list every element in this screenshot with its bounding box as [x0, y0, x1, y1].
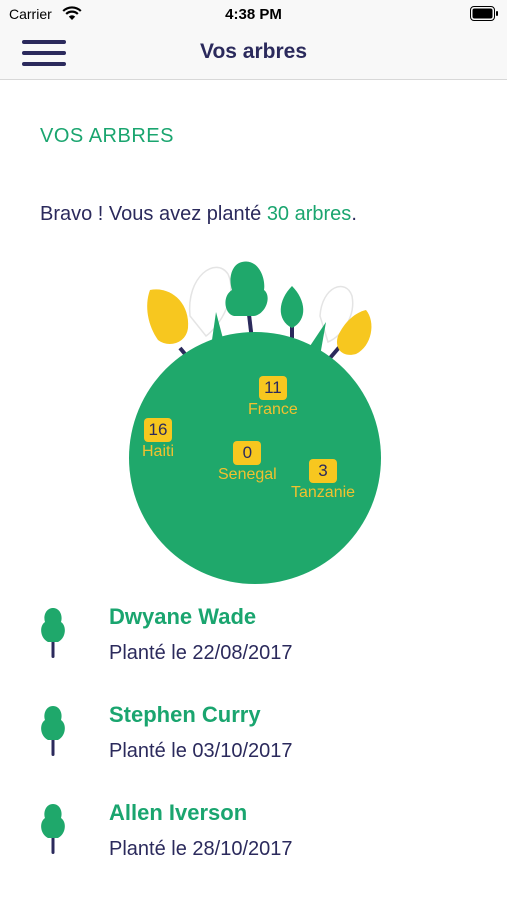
tree-count-badge: 16	[144, 418, 172, 442]
navigation-bar: Vos arbres	[0, 28, 507, 80]
planting-date: Planté le 28/10/2017	[109, 838, 293, 860]
status-time: 4:38 PM	[225, 6, 282, 23]
tree-icon	[41, 706, 65, 756]
status-bar: Carrier 4:38 PM	[0, 0, 507, 28]
list-item[interactable]: Allen Iverson Planté le 28/10/2017	[0, 796, 507, 876]
planting-date: Planté le 22/08/2017	[109, 642, 293, 664]
list-item[interactable]: Dwyane Wade Planté le 22/08/2017	[0, 600, 507, 680]
country-pin-tanzanie[interactable]: 3 Tanzanie	[291, 459, 355, 502]
tree-icon	[41, 804, 65, 854]
country-label: France	[248, 401, 298, 418]
summary-tree-count: 30 arbres	[266, 203, 352, 225]
country-pin-senegal[interactable]: 0 Senegal	[218, 441, 277, 484]
country-pin-france[interactable]: 11 France	[248, 376, 298, 419]
list-item[interactable]: Stephen Curry Planté le 03/10/2017	[0, 698, 507, 778]
tree-name: Stephen Curry	[109, 702, 261, 727]
planting-date: Planté le 03/10/2017	[109, 740, 293, 762]
country-label: Tanzanie	[291, 484, 356, 501]
section-heading: VOS ARBRES	[40, 125, 174, 147]
planet-illustration: 11 France 16 Haiti 0 Senegal 3 Tanzanie	[120, 256, 390, 586]
tree-count-badge: 3	[309, 459, 338, 483]
country-label: Haiti	[142, 443, 175, 460]
tree-name: Dwyane Wade	[109, 604, 257, 629]
tree-name: Allen Iverson	[109, 800, 248, 825]
page-title: Vos arbres	[200, 40, 307, 63]
tree-count-badge: 11	[258, 376, 287, 400]
country-pin-haiti[interactable]: 16 Haiti	[142, 418, 174, 461]
summary-prefix: Bravo ! Vous avez planté	[40, 203, 267, 225]
trees-summary: Bravo ! Vous avez planté 30 arbres.	[40, 203, 357, 226]
summary-suffix: .	[351, 203, 357, 225]
tree-icon	[41, 608, 65, 658]
tree-count-badge: 0	[233, 441, 262, 465]
country-label: Senegal	[218, 466, 277, 483]
battery-icon	[470, 6, 498, 21]
